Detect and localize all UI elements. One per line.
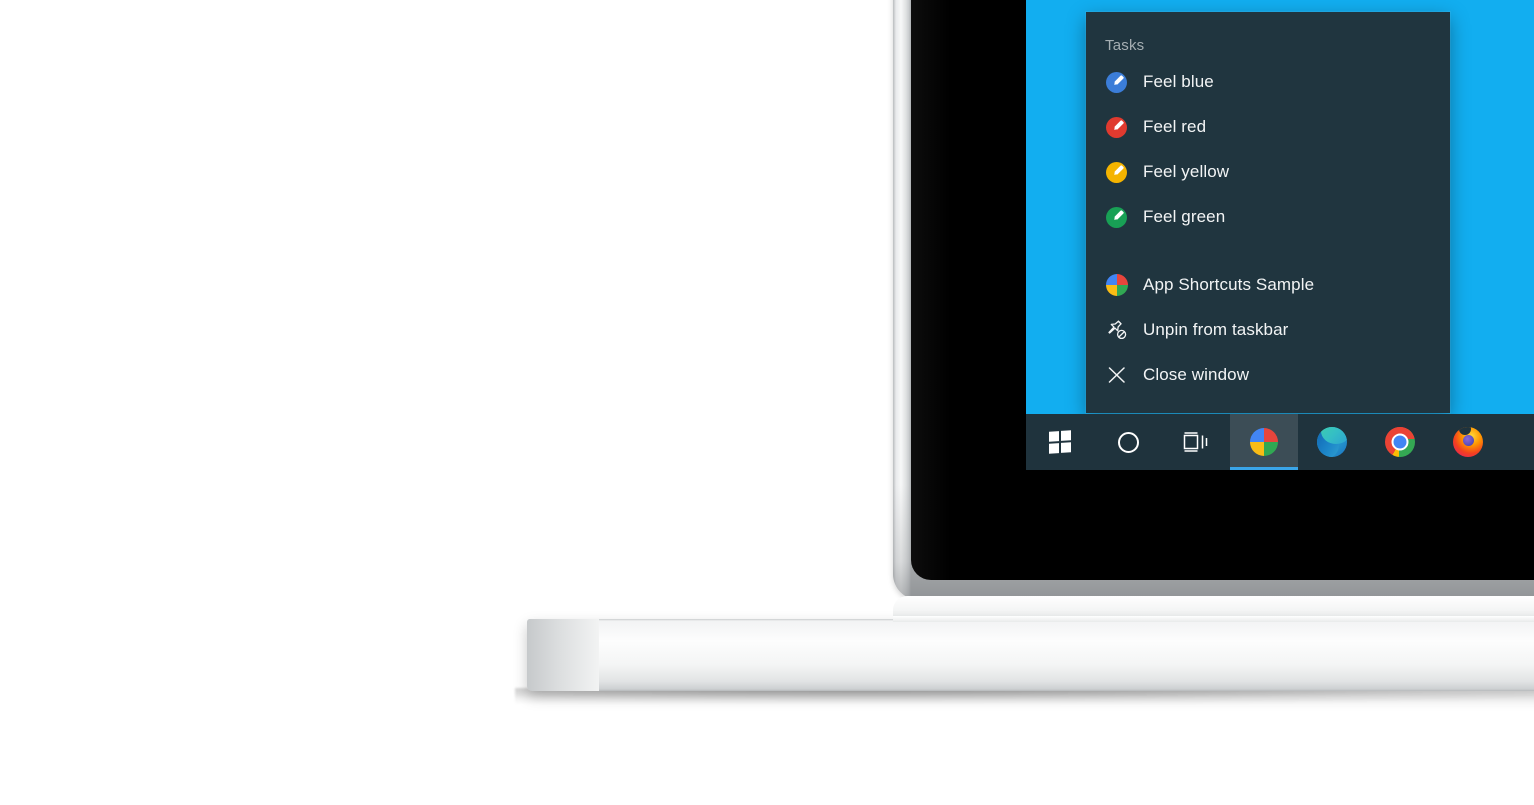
chrome-icon <box>1385 427 1415 457</box>
app-pie-icon <box>1249 427 1279 457</box>
taskbar-app-shortcuts-sample-button[interactable] <box>1230 414 1298 470</box>
jumplist-item-label: Feel blue <box>1143 71 1214 91</box>
windows-logo-icon <box>1049 430 1071 454</box>
jumplist-item-close-window[interactable]: Close window <box>1086 352 1450 397</box>
laptop-hinge <box>893 616 1534 622</box>
unpin-icon <box>1105 318 1129 342</box>
taskbar-mozilla-firefox-button[interactable] <box>1434 414 1502 470</box>
jumplist-item-feel-red[interactable]: Feel red <box>1086 104 1450 149</box>
taskbar-google-chrome-button[interactable] <box>1366 414 1434 470</box>
taskbar-cortana-button[interactable] <box>1094 414 1162 470</box>
jumplist-item-feel-blue[interactable]: Feel blue <box>1086 59 1450 104</box>
jumplist-item-label: Close window <box>1143 364 1250 384</box>
laptop-base <box>527 616 1534 691</box>
app-pie-icon <box>1105 273 1129 297</box>
jumplist-menu[interactable]: Tasks Feel blue Feel red Feel yellow Fee… <box>1086 12 1450 413</box>
product-shot-scene: Tasks Feel blue Feel red Feel yellow Fee… <box>0 0 1534 805</box>
jumplist-tasks-group: Feel blue Feel red Feel yellow Feel gree… <box>1086 59 1450 397</box>
task-view-icon <box>1183 432 1209 452</box>
brush-circle-icon <box>1105 70 1129 94</box>
taskbar-task-view-button[interactable] <box>1162 414 1230 470</box>
close-icon <box>1105 363 1129 387</box>
jumplist-item-feel-green[interactable]: Feel green <box>1086 194 1450 239</box>
jumplist-item-unpin-from-taskbar[interactable]: Unpin from taskbar <box>1086 307 1450 352</box>
jumplist-item-label: Feel green <box>1143 206 1226 226</box>
brush-circle-icon <box>1105 205 1129 229</box>
display-screen: Tasks Feel blue Feel red Feel yellow Fee… <box>1026 0 1534 470</box>
edge-icon <box>1317 427 1347 457</box>
jumplist-item-label: Feel red <box>1143 116 1207 136</box>
cortana-circle-icon <box>1117 431 1139 453</box>
jumplist-item-label: App Shortcuts Sample <box>1143 274 1315 294</box>
taskbar-start-button[interactable] <box>1026 414 1094 470</box>
taskbar-microsoft-edge-button[interactable] <box>1298 414 1366 470</box>
brush-circle-icon <box>1105 115 1129 139</box>
taskbar[interactable] <box>1026 414 1534 470</box>
brush-circle-icon <box>1105 160 1129 184</box>
laptop-base-left-edge <box>527 619 599 691</box>
jumplist-item-label: Feel yellow <box>1143 161 1230 181</box>
jumplist-header: Tasks <box>1105 37 1145 54</box>
jumplist-item-feel-yellow[interactable]: Feel yellow <box>1086 149 1450 194</box>
jumplist-item-label: Unpin from taskbar <box>1143 319 1289 339</box>
jumplist-item-app-shortcuts-sample[interactable]: App Shortcuts Sample <box>1086 262 1450 307</box>
jumplist-separator <box>1086 239 1450 262</box>
firefox-icon <box>1453 427 1483 457</box>
